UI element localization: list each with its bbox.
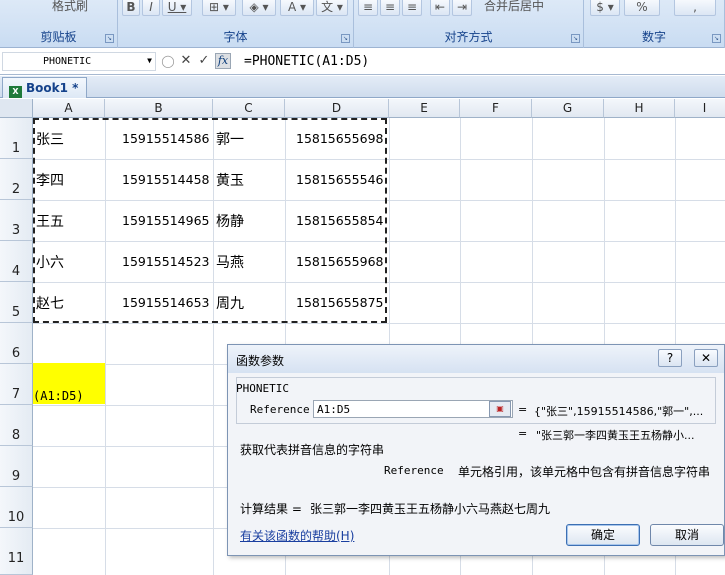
gridline bbox=[33, 323, 725, 324]
column-header-i[interactable]: I bbox=[675, 99, 725, 118]
argument-label: Reference bbox=[250, 403, 310, 416]
ribbon-group-alignment: ≡ ≡ ≡ ⇤ ⇥ 合并后居中 对齐方式 ↘ bbox=[354, 0, 584, 48]
argument-description-name: Reference bbox=[384, 464, 444, 477]
phonetic-button[interactable]: 文 ▾ bbox=[316, 0, 348, 16]
ok-button[interactable]: 确定 bbox=[566, 524, 640, 546]
italic-button[interactable]: I bbox=[142, 0, 160, 16]
chevron-down-icon[interactable]: ▼ bbox=[147, 56, 152, 65]
row-header-11[interactable]: 11 bbox=[0, 528, 33, 575]
workbook-tab-label: Book1 * bbox=[26, 81, 79, 95]
bold-button[interactable]: B bbox=[122, 0, 140, 16]
increase-indent-icon[interactable]: ⇥ bbox=[452, 0, 472, 16]
comma-style-button[interactable]: , bbox=[674, 0, 716, 16]
calc-result-value: 张三郭一李四黄玉王五杨静小六马燕赵七周九 bbox=[310, 502, 551, 516]
workbook-tab-bar: X Book1 * bbox=[0, 76, 725, 98]
cancel-icon[interactable]: ✕ bbox=[178, 53, 194, 69]
calc-result-label: 计算结果 = bbox=[240, 502, 302, 516]
ribbon-group-number: $ ▾ % , 数字 ↘ bbox=[584, 0, 725, 48]
column-header-d[interactable]: D bbox=[285, 99, 389, 118]
enter-check-icon[interactable]: ✓ bbox=[196, 53, 212, 69]
copy-marquee bbox=[33, 118, 387, 323]
row-header-4[interactable]: 4 bbox=[0, 241, 33, 282]
column-header-h[interactable]: H bbox=[604, 99, 675, 118]
reference-input[interactable]: A1:D5 bbox=[313, 400, 513, 418]
function-arguments-dialog: 函数参数 ? ✕ PHONETIC Reference A1:D5 ▣ = {"… bbox=[227, 344, 725, 556]
row-header-8[interactable]: 8 bbox=[0, 405, 33, 446]
function-help-link[interactable]: 有关该函数的帮助(H) bbox=[240, 527, 354, 544]
column-header-f[interactable]: F bbox=[460, 99, 532, 118]
excel-workbook-icon: X bbox=[9, 86, 22, 98]
dialog-launcher-icon[interactable]: ↘ bbox=[341, 34, 350, 43]
select-all-corner[interactable] bbox=[0, 99, 33, 118]
ribbon-group-clipboard: 格式刷 剪贴板 ↘ bbox=[0, 0, 118, 48]
column-header-g[interactable]: G bbox=[532, 99, 604, 118]
percent-button[interactable]: % bbox=[624, 0, 660, 16]
argument-description: 单元格引用，该单元格中包含有拼音信息字符串 bbox=[458, 465, 711, 479]
format-painter-button[interactable]: 格式刷 bbox=[52, 0, 88, 14]
ribbon-group-label: 剪贴板 bbox=[40, 30, 77, 44]
argument-equals: = bbox=[518, 403, 528, 416]
row-header-3[interactable]: 3 bbox=[0, 200, 33, 241]
column-header-c[interactable]: C bbox=[213, 99, 285, 118]
border-button[interactable]: ⊞ ▾ bbox=[202, 0, 236, 16]
row-header-2[interactable]: 2 bbox=[0, 159, 33, 200]
currency-button[interactable]: $ ▾ bbox=[590, 0, 620, 16]
merge-center-button[interactable]: 合并后居中 bbox=[484, 0, 544, 14]
function-name: PHONETIC bbox=[236, 382, 289, 395]
cell-a7[interactable]: (A1:D5) bbox=[33, 363, 105, 404]
name-box-value: PHONETIC bbox=[43, 56, 92, 67]
ribbon-group-label: 对齐方式 bbox=[444, 30, 493, 44]
cell-a7-text: (A1:D5) bbox=[33, 389, 84, 403]
ribbon-group-font: B I U ▾ ⊞ ▾ ◈ ▾ A ▾ 文 ▾ 字体 ↘ bbox=[118, 0, 354, 48]
result-equals: = bbox=[518, 427, 528, 440]
row-header-9[interactable]: 9 bbox=[0, 446, 33, 487]
formula-input[interactable]: =PHONETIC(A1:D5) bbox=[244, 54, 369, 69]
ribbon-group-label: 字体 bbox=[223, 30, 248, 44]
row-header-6[interactable]: 6 bbox=[0, 323, 33, 364]
row-header-10[interactable]: 10 bbox=[0, 487, 33, 528]
close-icon[interactable]: ✕ bbox=[694, 349, 718, 367]
result-preview: "张三郭一李四黄玉王五杨静小... bbox=[536, 429, 695, 442]
align-center-icon[interactable]: ≡ bbox=[380, 0, 400, 16]
column-header-e[interactable]: E bbox=[389, 99, 460, 118]
dialog-launcher-icon[interactable]: ↘ bbox=[712, 34, 721, 43]
align-left-icon[interactable]: ≡ bbox=[358, 0, 378, 16]
formula-bar: PHONETIC ▼ ◯ ✕ ✓ fx =PHONETIC(A1:D5) bbox=[0, 49, 725, 75]
dialog-launcher-icon[interactable]: ↘ bbox=[571, 34, 580, 43]
function-description: 获取代表拼音信息的字符串 bbox=[240, 443, 385, 457]
decrease-indent-icon[interactable]: ⇤ bbox=[430, 0, 450, 16]
dialog-title-bar[interactable]: 函数参数 ? ✕ bbox=[228, 345, 724, 373]
circle-icon: ◯ bbox=[161, 54, 175, 68]
column-header-a[interactable]: A bbox=[33, 99, 105, 118]
fill-color-button[interactable]: ◈ ▾ bbox=[242, 0, 276, 16]
name-box[interactable]: PHONETIC ▼ bbox=[2, 52, 156, 71]
insert-function-icon[interactable]: fx bbox=[215, 53, 231, 69]
cancel-button[interactable]: 取消 bbox=[650, 524, 724, 546]
workbook-tab[interactable]: X Book1 * bbox=[2, 77, 88, 98]
font-color-button[interactable]: A ▾ bbox=[280, 0, 314, 16]
collapse-dialog-icon[interactable]: ▣ bbox=[489, 401, 511, 417]
dialog-launcher-icon[interactable]: ↘ bbox=[105, 34, 114, 43]
argument-evaluated-value: {"张三",15915514586,"郭一",... bbox=[534, 405, 704, 418]
row-header-1[interactable]: 1 bbox=[0, 118, 33, 159]
column-header-b[interactable]: B bbox=[105, 99, 213, 118]
row-header-7[interactable]: 7 bbox=[0, 364, 33, 405]
underline-button[interactable]: U ▾ bbox=[162, 0, 192, 16]
help-icon[interactable]: ? bbox=[658, 349, 682, 367]
ribbon-group-label: 数字 bbox=[641, 30, 666, 44]
ribbon: 格式刷 剪贴板 ↘ B I U ▾ ⊞ ▾ ◈ ▾ A ▾ 文 ▾ 字体 ↘ ≡… bbox=[0, 0, 725, 48]
align-right-icon[interactable]: ≡ bbox=[402, 0, 422, 16]
dialog-title: 函数参数 bbox=[236, 354, 285, 368]
row-header-5[interactable]: 5 bbox=[0, 282, 33, 323]
